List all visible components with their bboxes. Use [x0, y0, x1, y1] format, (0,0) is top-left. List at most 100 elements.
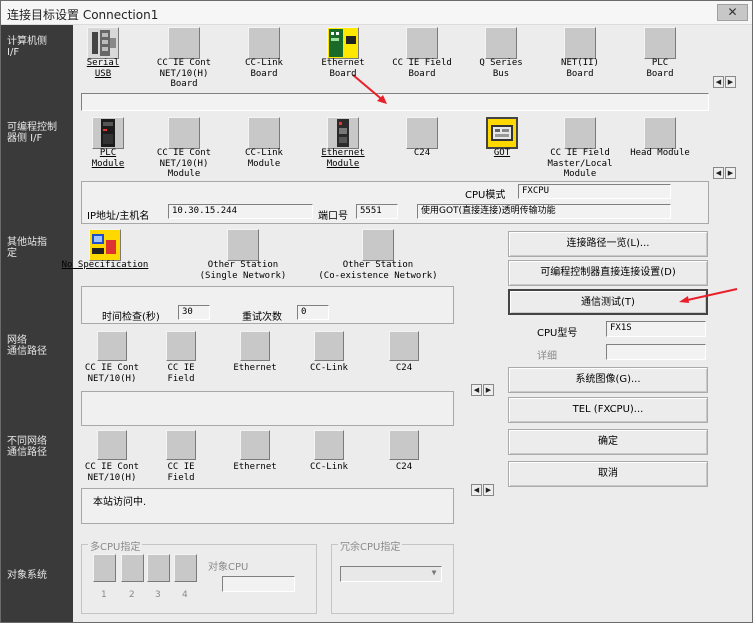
pc-if-detail-box — [81, 93, 709, 111]
port-field[interactable]: 5551 — [356, 204, 398, 219]
cancel-button[interactable]: 取消 — [508, 461, 708, 487]
plc-if-item-label[interactable]: C24 — [383, 148, 461, 159]
network-item-label[interactable]: C24 — [368, 363, 440, 374]
other-station-item-label[interactable]: Other Station (Single Network) — [168, 260, 318, 281]
ok-button[interactable]: 确定 — [508, 429, 708, 455]
pc-if-item-label[interactable]: CC-Link Board — [225, 58, 303, 79]
serial-usb-icon[interactable] — [87, 27, 119, 59]
scroll-left-arrow[interactable]: ◀ — [471, 484, 482, 496]
sidebar-label-plc-side: 可编程控制 器侧 I/F — [7, 122, 57, 144]
ip-address-field[interactable]: 10.30.15.244 — [168, 204, 313, 219]
timing-panel: 时间检查(秒) 30 重试次数 0 — [81, 286, 454, 324]
cpu-type-field[interactable]: FX1S — [606, 321, 706, 337]
pc-if-item-label[interactable]: Q Series Bus — [462, 58, 540, 79]
pc-if-item-label[interactable]: CC IE Field Board — [383, 58, 461, 79]
blank-icon[interactable] — [406, 117, 438, 149]
port-label: 端口号 — [318, 211, 348, 222]
other-station-item-label[interactable]: No Specification — [30, 260, 180, 271]
blank-icon[interactable] — [166, 430, 196, 460]
scroll-right-arrow[interactable]: ▶ — [483, 384, 494, 396]
blank-icon[interactable] — [97, 331, 127, 361]
plc-if-item-label[interactable]: Head Module — [621, 148, 699, 159]
tel-button[interactable]: TEL (FXCPU)... — [508, 397, 708, 423]
system-image-button[interactable]: 系统图像(G)... — [508, 367, 708, 393]
cpu-mode-field[interactable]: FXCPU — [518, 184, 671, 199]
redundant-cpu-select[interactable]: ▼ — [340, 566, 442, 582]
blank-icon[interactable] — [564, 117, 596, 149]
blank-icon[interactable] — [644, 27, 676, 59]
no-spec-icon[interactable] — [89, 229, 121, 261]
diff-network-item-label[interactable]: CC IE Cont NET/10(H) — [76, 462, 148, 483]
retry-field[interactable]: 0 — [297, 305, 329, 320]
scroll-left-arrow[interactable]: ◀ — [471, 384, 482, 396]
blank-icon[interactable] — [248, 27, 280, 59]
close-button[interactable]: ✕ — [717, 4, 748, 21]
plc-if-item-label[interactable]: CC IE Cont NET/10(H) Module — [145, 148, 223, 180]
blank-icon[interactable] — [644, 117, 676, 149]
plc-module-icon[interactable] — [92, 117, 124, 149]
got-icon[interactable] — [486, 117, 518, 149]
blank-icon[interactable] — [314, 430, 344, 460]
pc-if-item-label[interactable]: Ethernet Board — [304, 58, 382, 79]
network-item-label[interactable]: Ethernet — [219, 363, 291, 374]
blank-icon[interactable] — [362, 229, 394, 261]
scroll-right-arrow[interactable]: ▶ — [483, 484, 494, 496]
route-list-button[interactable]: 连接路径一览(L)... — [508, 231, 708, 257]
cpu-slot-button[interactable] — [121, 554, 144, 582]
diff-network-detail: 本站访问中. — [81, 488, 454, 524]
window-title: 连接目标设置 Connection1 — [7, 8, 159, 22]
plc-if-item-label[interactable]: Ethernet Module — [304, 148, 382, 169]
blank-icon[interactable] — [389, 331, 419, 361]
blank-icon[interactable] — [314, 331, 344, 361]
blank-icon[interactable] — [406, 27, 438, 59]
scroll-left-arrow[interactable]: ◀ — [713, 167, 724, 179]
blank-icon[interactable] — [389, 430, 419, 460]
pc-if-item-label[interactable]: Serial USB — [64, 58, 142, 79]
time-check-field[interactable]: 30 — [178, 305, 210, 320]
pc-if-item-label[interactable]: CC IE Cont NET/10(H) Board — [145, 58, 223, 90]
cpu-slot-number: 1 — [101, 590, 107, 600]
diff-network-item-label[interactable]: CC-Link — [293, 462, 365, 473]
blank-icon[interactable] — [240, 331, 270, 361]
plc-if-item-label[interactable]: GOT — [463, 148, 541, 159]
plc-detail-panel: CPU模式 FXCPU IP地址/主机名 10.30.15.244 端口号 55… — [81, 181, 709, 224]
network-item-label[interactable]: CC IE Cont NET/10(H) — [76, 363, 148, 384]
detail-field[interactable] — [606, 344, 706, 360]
diff-network-item-label[interactable]: Ethernet — [219, 462, 291, 473]
diff-network-item-label[interactable]: C24 — [368, 462, 440, 473]
target-cpu-field[interactable] — [222, 576, 295, 592]
target-cpu-label: 对象CPU — [208, 562, 249, 573]
pc-if-item-label[interactable]: PLC Board — [621, 58, 699, 79]
scroll-left-arrow[interactable]: ◀ — [713, 76, 724, 88]
blank-icon[interactable] — [564, 27, 596, 59]
network-item-label[interactable]: CC IE Field — [145, 363, 217, 384]
cpu-slot-button[interactable] — [174, 554, 197, 582]
blank-icon[interactable] — [227, 229, 259, 261]
chevron-down-icon: ▼ — [431, 568, 437, 577]
scroll-right-arrow[interactable]: ▶ — [725, 76, 736, 88]
diff-network-item-label[interactable]: CC IE Field — [145, 462, 217, 483]
blank-icon[interactable] — [485, 27, 517, 59]
scroll-right-arrow[interactable]: ▶ — [725, 167, 736, 179]
diff-network-status-text: 本站访问中. — [93, 497, 147, 508]
blank-icon[interactable] — [248, 117, 280, 149]
plc-if-item-label[interactable]: CC-Link Module — [225, 148, 303, 169]
ethernet-board-icon[interactable] — [327, 27, 359, 59]
cpu-mode-label: CPU模式 — [465, 190, 506, 201]
cpu-slot-button[interactable] — [147, 554, 170, 582]
blank-icon[interactable] — [166, 331, 196, 361]
ethernet-module-icon[interactable] — [327, 117, 359, 149]
sidebar-label-target-system: 对象系统 — [7, 570, 47, 581]
blank-icon[interactable] — [168, 117, 200, 149]
plc-if-item-label[interactable]: PLC Module — [69, 148, 147, 169]
blank-icon[interactable] — [240, 430, 270, 460]
pc-if-item-label[interactable]: NET(II) Board — [541, 58, 619, 79]
network-item-label[interactable]: CC-Link — [293, 363, 365, 374]
blank-icon[interactable] — [97, 430, 127, 460]
blank-icon[interactable] — [168, 27, 200, 59]
got-transparent-field[interactable]: 使用GOT(直接连接)透明传输功能 — [417, 204, 671, 219]
other-station-item-label[interactable]: Other Station (Co-existence Network) — [303, 260, 453, 281]
cpu-slot-button[interactable] — [93, 554, 116, 582]
plc-if-item-label[interactable]: CC IE Field Master/Local Module — [541, 148, 619, 180]
direct-connection-button[interactable]: 可编程控制器直接连接设置(D) — [508, 260, 708, 286]
